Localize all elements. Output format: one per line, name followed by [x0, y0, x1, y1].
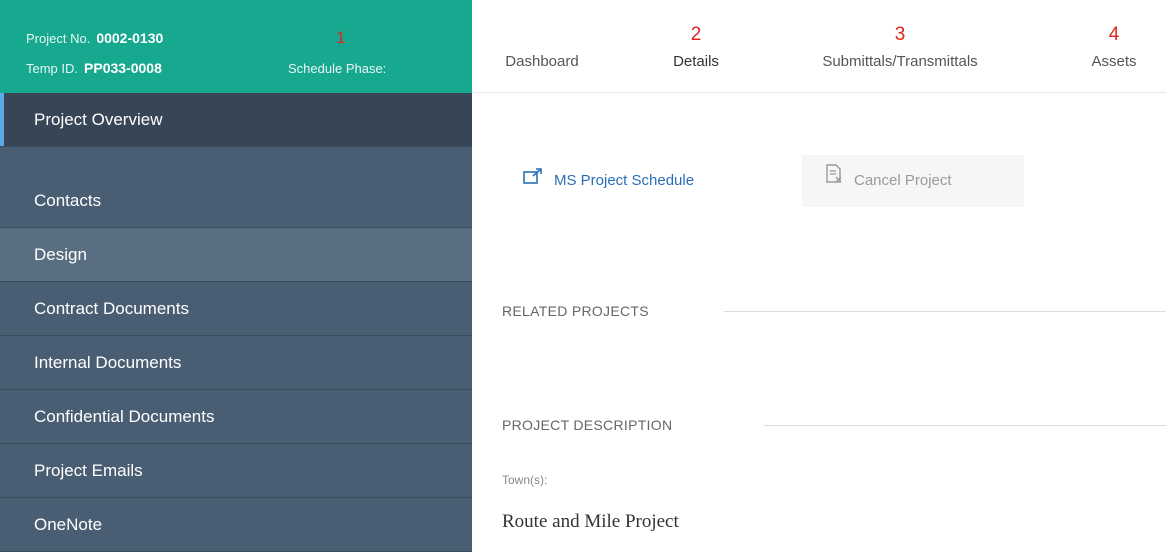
annotation-number: 1 [336, 28, 346, 47]
tab-label: Submittals/Transmittals [822, 53, 978, 70]
details-panel: MS Project Schedule Cancel Project RELAT… [472, 93, 1166, 552]
project-number: Project No. 0002-0130 [26, 30, 163, 46]
sidebar-item-project-overview[interactable]: Project Overview [0, 93, 472, 147]
external-link-icon [522, 155, 544, 207]
sidebar-item-confidential-documents[interactable]: Confidential Documents [0, 390, 472, 444]
sidebar-item-onenote[interactable]: OneNote [0, 498, 472, 552]
temp-id-value: PP033-0008 [84, 60, 162, 76]
project-number-label: Project No. [26, 31, 91, 46]
tab-annotation-number: 4 [1108, 24, 1120, 45]
project-number-value: 0002-0130 [96, 30, 164, 46]
towns-label: Town(s): [502, 473, 548, 487]
section-divider [724, 311, 1166, 312]
tab-annotation-number: 3 [894, 24, 906, 45]
tab-dashboard[interactable]: Dashboard [482, 0, 602, 93]
cancel-project-label: Cancel Project [854, 172, 952, 189]
section-title: RELATED PROJECTS [502, 303, 649, 319]
sidebar-item-design[interactable]: Design [0, 228, 472, 282]
project-header: Project No. 0002-0130 Temp ID. PP033-0008 … [0, 0, 472, 93]
sidebar: Project Overview Contacts Design Contrac… [0, 93, 472, 552]
towns-value: Route and Mile Project [502, 511, 679, 532]
related-projects-section: RELATED PROJECTS [502, 303, 1166, 319]
ms-project-schedule-button[interactable]: MS Project Schedule [522, 155, 782, 207]
tab-submittals-transmittals[interactable]: 3 Submittals/Transmittals [788, 0, 1012, 93]
cancel-project-button[interactable]: Cancel Project [802, 155, 1024, 207]
tab-label: Assets [1091, 53, 1137, 70]
tab-details[interactable]: 2 Details [656, 0, 736, 96]
section-divider [764, 425, 1166, 426]
temp-id: Temp ID. PP033-0008 [26, 60, 162, 76]
sidebar-item-contract-documents[interactable]: Contract Documents [0, 282, 472, 336]
tab-assets[interactable]: 4 Assets [1068, 0, 1160, 93]
tab-label: Details [673, 53, 719, 70]
tab-annotation-number: 2 [690, 24, 702, 45]
sidebar-item-project-emails[interactable]: Project Emails [0, 444, 472, 498]
section-title: PROJECT DESCRIPTION [502, 417, 673, 433]
temp-id-label: Temp ID. [26, 61, 79, 76]
document-cancel-icon [824, 155, 844, 207]
ms-project-schedule-label: MS Project Schedule [554, 172, 695, 189]
tab-label: Dashboard [505, 53, 579, 70]
schedule-phase-label: Schedule Phase: [288, 61, 387, 76]
sidebar-item-internal-documents[interactable]: Internal Documents [0, 336, 472, 390]
top-tab-bar: Dashboard 2 Details 3 Submittals/Transmi… [472, 0, 1166, 96]
sidebar-item-contacts[interactable]: Contacts [0, 174, 472, 228]
project-description-section: PROJECT DESCRIPTION [502, 417, 1166, 433]
